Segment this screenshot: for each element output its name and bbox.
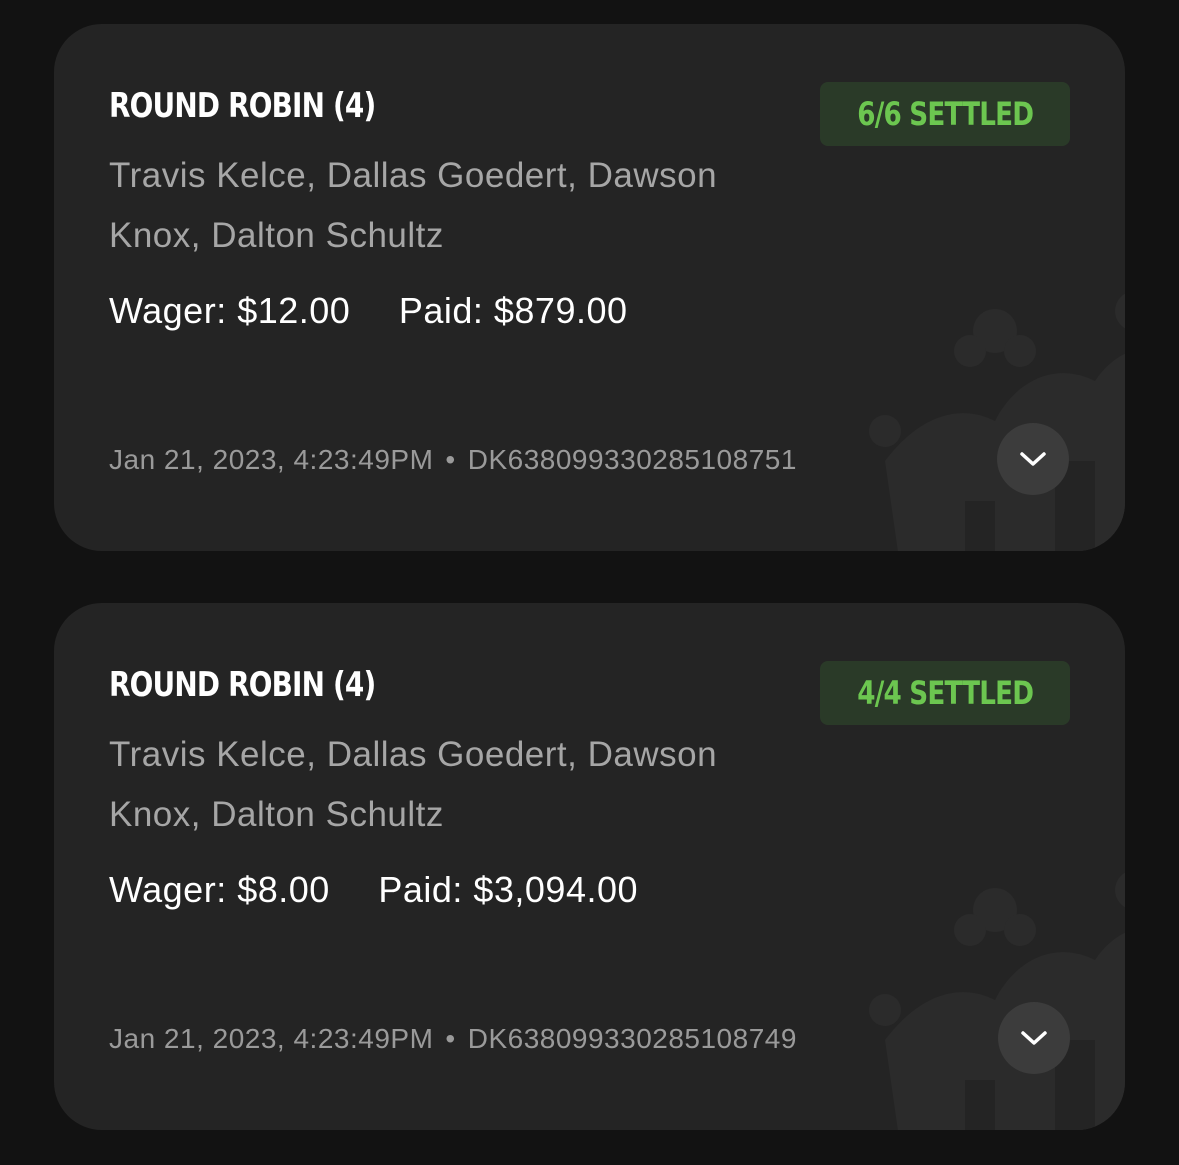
bet-date: Jan 21, 2023, 4:23:49PM [109,444,434,475]
bet-meta: Jan 21, 2023, 4:23:49PM • DK63809933028510… [109,444,797,476]
status-badge: 6/6 SETTLED [819,82,1070,146]
bet-players: Travis Kelce, Dallas Goedert, Dawson Kno… [109,735,718,834]
paid-amount: Paid: $879.00 [398,290,628,331]
wager-amount: Wager: $8.00 [109,869,330,910]
chevron-down-icon [1021,1031,1047,1045]
status-badge-label: 6/6 SETTLED [856,95,1034,133]
bet-title: ROUND ROBIN (4) [109,86,376,126]
chevron-down-icon [1020,452,1046,466]
bet-meta: Jan 21, 2023, 4:23:49PM • DK63809933028510… [109,1023,797,1055]
bet-date: Jan 21, 2023, 4:23:49PM [109,1023,434,1054]
bet-amounts: Wager: $8.00 Paid: $3,094.00 [109,869,638,911]
status-badge: 4/4 SETTLED [819,661,1070,725]
bet-players: Travis Kelce, Dallas Goedert, Dawson Kno… [109,156,718,255]
bet-card[interactable]: ROUND ROBIN (4) 4/4 SETTLED Travis Kelce… [54,603,1125,1130]
paid-amount: Paid: $3,094.00 [378,869,639,910]
wager-amount: Wager: $12.00 [109,290,351,331]
separator-dot: • [445,444,456,475]
crown-watermark-icon [869,872,1125,1130]
expand-button[interactable] [997,423,1069,495]
status-badge-label: 4/4 SETTLED [856,674,1034,712]
bet-title: ROUND ROBIN (4) [109,665,376,705]
expand-button[interactable] [998,1002,1070,1074]
crown-watermark-icon [869,293,1125,551]
bet-id: DK638099330285108749 [467,1023,797,1054]
bet-id: DK638099330285108751 [467,444,797,475]
bet-amounts: Wager: $12.00 Paid: $879.00 [109,290,628,332]
separator-dot: • [445,1023,456,1054]
bet-card[interactable]: ROUND ROBIN (4) 6/6 SETTLED Travis Kelce… [54,24,1125,551]
